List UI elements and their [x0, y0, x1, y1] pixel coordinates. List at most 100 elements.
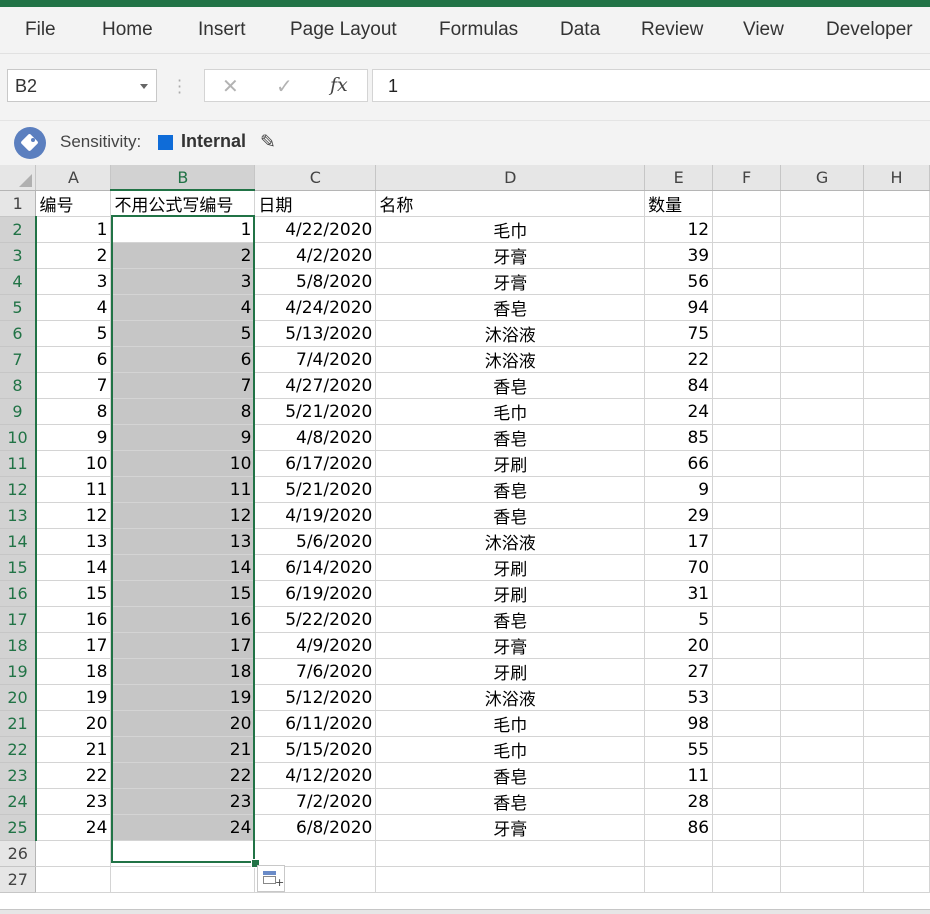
cell[interactable]: 5 — [110, 320, 256, 347]
cell[interactable]: 27 — [644, 658, 714, 685]
row-header[interactable]: 17 — [0, 606, 37, 633]
column-header-a[interactable]: A — [35, 165, 112, 191]
cell[interactable]: 7/6/2020 — [254, 658, 377, 685]
cell[interactable]: 24 — [644, 398, 714, 425]
pencil-edit-icon[interactable]: ✎ — [260, 131, 276, 153]
cell[interactable]: 4/24/2020 — [254, 294, 377, 321]
cancel-icon[interactable]: ✕ — [222, 74, 239, 98]
cell[interactable]: 毛巾 — [375, 736, 646, 763]
cell[interactable] — [712, 762, 782, 789]
cell[interactable]: 6/17/2020 — [254, 450, 377, 477]
tab-view[interactable]: View — [743, 19, 784, 41]
cell[interactable] — [712, 710, 782, 737]
cell[interactable]: 4 — [110, 294, 256, 321]
cell[interactable] — [863, 424, 930, 451]
tab-developer[interactable]: Developer — [826, 19, 913, 41]
cell[interactable]: 4/12/2020 — [254, 762, 377, 789]
cell[interactable]: 6/8/2020 — [254, 814, 377, 841]
cell[interactable] — [712, 476, 782, 503]
cell[interactable]: 5/22/2020 — [254, 606, 377, 633]
cell[interactable] — [780, 528, 864, 555]
cell[interactable]: 6 — [35, 346, 112, 373]
cell[interactable] — [780, 554, 864, 581]
cell[interactable]: 16 — [35, 606, 112, 633]
cell[interactable]: 沐浴液 — [375, 320, 646, 347]
cell[interactable]: 5/13/2020 — [254, 320, 377, 347]
cell[interactable] — [375, 866, 646, 893]
cell[interactable] — [712, 580, 782, 607]
cell[interactable] — [780, 580, 864, 607]
row-header[interactable]: 1 — [0, 190, 37, 217]
cell[interactable]: 7/2/2020 — [254, 788, 377, 815]
cell[interactable] — [712, 502, 782, 529]
cell[interactable]: 23 — [35, 788, 112, 815]
cell[interactable]: 98 — [644, 710, 714, 737]
cell[interactable]: 牙刷 — [375, 450, 646, 477]
cell[interactable]: 39 — [644, 242, 714, 269]
cell[interactable] — [780, 866, 864, 893]
cell[interactable]: 12 — [35, 502, 112, 529]
cell[interactable]: 12 — [110, 502, 256, 529]
cell[interactable]: 编号 — [35, 190, 112, 217]
row-header[interactable]: 26 — [0, 840, 37, 867]
cell[interactable] — [712, 268, 782, 295]
cell[interactable] — [644, 866, 714, 893]
row-header[interactable]: 12 — [0, 476, 37, 503]
cell[interactable] — [780, 788, 864, 815]
chevron-down-icon[interactable] — [140, 84, 148, 89]
row-header[interactable]: 14 — [0, 528, 37, 555]
column-header-e[interactable]: E — [644, 165, 714, 191]
cell[interactable]: 19 — [35, 684, 112, 711]
cell[interactable] — [863, 554, 930, 581]
cell[interactable]: 5/15/2020 — [254, 736, 377, 763]
cell[interactable]: 5 — [35, 320, 112, 347]
cell[interactable]: 55 — [644, 736, 714, 763]
cell[interactable]: 70 — [644, 554, 714, 581]
cell[interactable] — [712, 606, 782, 633]
cell[interactable] — [863, 476, 930, 503]
cell[interactable]: 牙膏 — [375, 632, 646, 659]
cell[interactable] — [712, 294, 782, 321]
cell[interactable] — [780, 320, 864, 347]
cell[interactable] — [712, 788, 782, 815]
cell[interactable]: 毛巾 — [375, 398, 646, 425]
cell[interactable]: 17 — [35, 632, 112, 659]
cell[interactable] — [863, 346, 930, 373]
row-header[interactable]: 15 — [0, 554, 37, 581]
row-header[interactable]: 20 — [0, 684, 37, 711]
cell[interactable] — [780, 476, 864, 503]
cell[interactable] — [780, 268, 864, 295]
cell[interactable]: 6/14/2020 — [254, 554, 377, 581]
cell[interactable] — [712, 424, 782, 451]
cell[interactable]: 20 — [35, 710, 112, 737]
cell[interactable] — [780, 190, 864, 217]
cell[interactable] — [863, 320, 930, 347]
row-header[interactable]: 3 — [0, 242, 37, 269]
cell[interactable]: 牙刷 — [375, 658, 646, 685]
cell[interactable]: 5 — [644, 606, 714, 633]
cell[interactable]: 8 — [35, 398, 112, 425]
cell[interactable] — [780, 424, 864, 451]
cell[interactable]: 11 — [35, 476, 112, 503]
cell[interactable]: 21 — [110, 736, 256, 763]
cell[interactable]: 22 — [110, 762, 256, 789]
cell[interactable]: 名称 — [375, 190, 646, 217]
cell[interactable]: 香皂 — [375, 788, 646, 815]
cell[interactable] — [863, 398, 930, 425]
cell[interactable]: 5/8/2020 — [254, 268, 377, 295]
cell[interactable] — [712, 346, 782, 373]
cell[interactable]: 15 — [35, 580, 112, 607]
cell[interactable]: 75 — [644, 320, 714, 347]
row-header[interactable]: 4 — [0, 268, 37, 295]
cell[interactable] — [780, 762, 864, 789]
cell[interactable]: 22 — [644, 346, 714, 373]
cell[interactable]: 66 — [644, 450, 714, 477]
cell[interactable]: 沐浴液 — [375, 346, 646, 373]
cell[interactable]: 53 — [644, 684, 714, 711]
cell[interactable] — [780, 710, 864, 737]
cell[interactable]: 香皂 — [375, 294, 646, 321]
cell[interactable]: 56 — [644, 268, 714, 295]
cell[interactable] — [863, 294, 930, 321]
cell[interactable]: 4/8/2020 — [254, 424, 377, 451]
cell[interactable]: 20 — [644, 632, 714, 659]
